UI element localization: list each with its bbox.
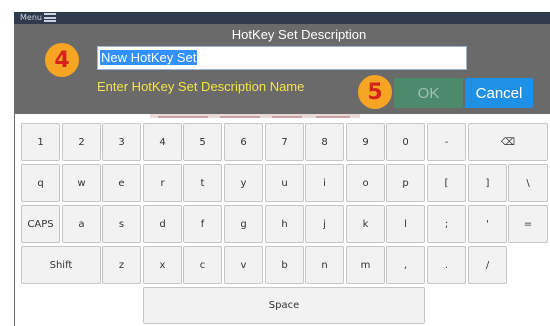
- description-input[interactable]: New HotKey Set: [97, 46, 467, 70]
- key-backslash[interactable]: \: [508, 164, 548, 202]
- dialog-title: HotKey Set Description: [231, 27, 367, 42]
- key-equals[interactable]: =: [508, 205, 548, 243]
- key-p[interactable]: p: [386, 164, 425, 202]
- key-z[interactable]: z: [102, 246, 141, 284]
- key-9[interactable]: 9: [346, 123, 385, 161]
- key-apostrophe[interactable]: ': [468, 205, 507, 243]
- key-c[interactable]: c: [183, 246, 222, 284]
- caps-lock-key[interactable]: CAPS: [21, 205, 60, 243]
- key-v[interactable]: v: [224, 246, 263, 284]
- key-0[interactable]: 0: [386, 123, 425, 161]
- hamburger-menu-icon[interactable]: [44, 13, 56, 22]
- key-k[interactable]: k: [346, 205, 385, 243]
- key-right-bracket[interactable]: ]: [468, 164, 507, 202]
- key-7[interactable]: 7: [265, 123, 304, 161]
- key-5[interactable]: 5: [183, 123, 222, 161]
- key-f[interactable]: f: [183, 205, 222, 243]
- key-q[interactable]: q: [21, 164, 60, 202]
- description-input-value: New HotKey Set: [100, 50, 198, 65]
- ok-button[interactable]: OK: [394, 78, 463, 108]
- key-8[interactable]: 8: [305, 123, 344, 161]
- shift-key[interactable]: Shift: [21, 246, 101, 284]
- backspace-key-icon[interactable]: ⌫: [468, 123, 548, 161]
- key-g[interactable]: g: [224, 205, 263, 243]
- key-h[interactable]: h: [265, 205, 304, 243]
- key-m[interactable]: m: [346, 246, 385, 284]
- key-i[interactable]: i: [305, 164, 344, 202]
- key-y[interactable]: y: [224, 164, 263, 202]
- menu-label: Menu: [20, 13, 42, 22]
- description-hint: Enter HotKey Set Description Name: [97, 79, 305, 94]
- key-3[interactable]: 3: [102, 123, 141, 161]
- key-slash[interactable]: /: [468, 246, 507, 284]
- key-w[interactable]: w: [62, 164, 101, 202]
- key-x[interactable]: x: [143, 246, 182, 284]
- key-2[interactable]: 2: [62, 123, 101, 161]
- key-comma[interactable]: ,: [386, 246, 425, 284]
- key-r[interactable]: r: [143, 164, 182, 202]
- key-j[interactable]: j: [305, 205, 344, 243]
- key-t[interactable]: t: [183, 164, 222, 202]
- key-6[interactable]: 6: [224, 123, 263, 161]
- key-l[interactable]: l: [386, 205, 425, 243]
- key-4[interactable]: 4: [143, 123, 182, 161]
- key-minus[interactable]: -: [427, 123, 466, 161]
- key-e[interactable]: e: [102, 164, 141, 202]
- hotkey-description-dialog: HotKey Set Description 4 New HotKey Set …: [14, 24, 550, 114]
- on-screen-keyboard: 1 2 3 4 5 6 7 8 9 0 - ⌫ q w e r t y u i …: [16, 118, 550, 326]
- key-left-bracket[interactable]: [: [427, 164, 466, 202]
- key-period[interactable]: .: [427, 246, 466, 284]
- key-1[interactable]: 1: [21, 123, 60, 161]
- space-key[interactable]: Space: [143, 287, 425, 324]
- key-a[interactable]: a: [62, 205, 101, 243]
- key-o[interactable]: o: [346, 164, 385, 202]
- key-d[interactable]: d: [143, 205, 182, 243]
- key-semicolon[interactable]: ;: [427, 205, 466, 243]
- cancel-button[interactable]: Cancel: [465, 78, 533, 108]
- key-n[interactable]: n: [305, 246, 344, 284]
- step-badge-5: 5: [358, 75, 392, 109]
- step-badge-4: 4: [45, 43, 79, 77]
- key-u[interactable]: u: [265, 164, 304, 202]
- key-b[interactable]: b: [265, 246, 304, 284]
- key-s[interactable]: s: [102, 205, 141, 243]
